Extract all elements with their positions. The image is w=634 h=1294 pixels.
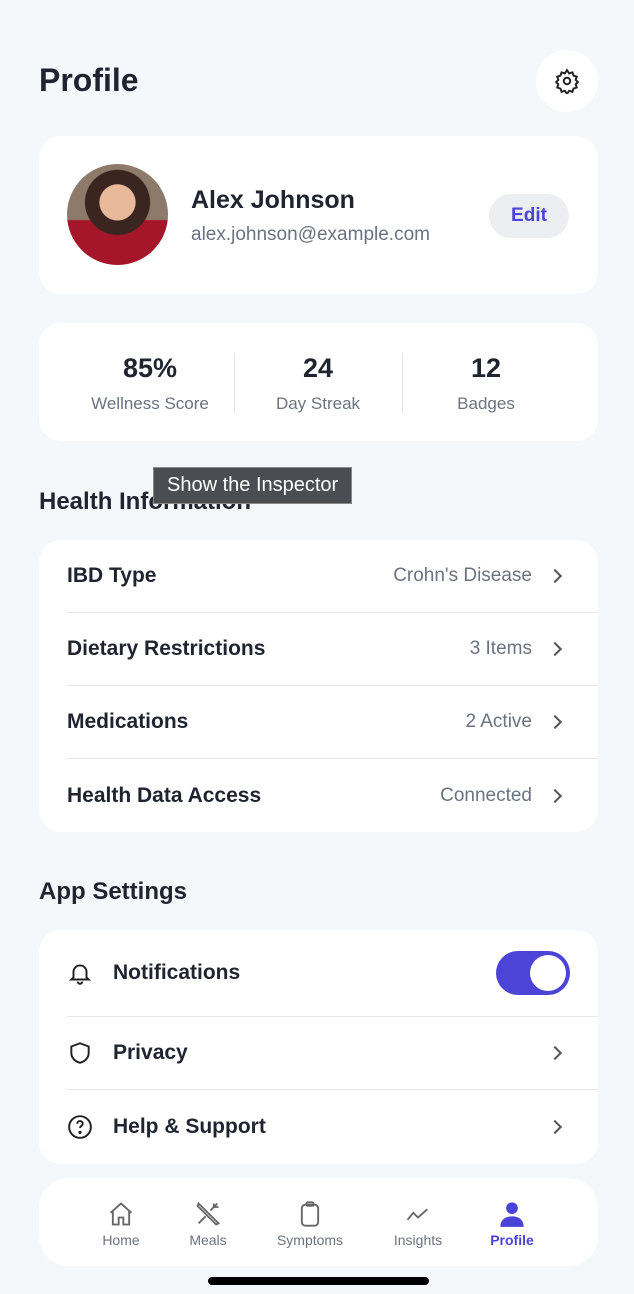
trend-line-icon (406, 1208, 428, 1221)
nav-profile[interactable]: Profile (472, 1200, 552, 1248)
user-name: Alex Johnson (191, 186, 355, 214)
item-value: 3 Items (469, 638, 532, 659)
settings-item-privacy[interactable]: Privacy (67, 1017, 598, 1090)
health-item-medications[interactable]: Medications 2 Active (67, 686, 598, 759)
edit-button[interactable]: Edit (489, 194, 569, 238)
nav-home[interactable]: Home (81, 1200, 161, 1248)
stat-value: 24 (302, 353, 334, 383)
settings-section-title: App Settings (39, 878, 187, 905)
settings-card: Notifications Privacy Help & Support (39, 930, 598, 1164)
chevron-right-icon (547, 714, 563, 730)
bell-icon (68, 964, 92, 985)
inspector-tooltip: Show the Inspector (153, 467, 353, 504)
user-email: alex.johnson@example.com (191, 224, 430, 245)
profile-card: Alex Johnson alex.johnson@example.com Ed… (39, 136, 598, 294)
avatar (67, 164, 168, 265)
stats-card: 85% Wellness Score 24 Day Streak 12 Badges (39, 323, 598, 441)
item-value: Crohn's Disease (393, 565, 532, 586)
stat-value: 12 (470, 353, 502, 383)
chevron-right-icon (547, 568, 563, 584)
shield-icon (70, 1042, 90, 1064)
stat-label: Badges (457, 394, 515, 413)
chevron-right-icon (547, 788, 563, 803)
item-label: Privacy (113, 1041, 188, 1064)
item-label: IBD Type (67, 564, 157, 587)
item-label: Medications (67, 710, 189, 733)
stat-label: Day Streak (275, 394, 361, 413)
page-title: Profile (39, 62, 139, 98)
nav-label: Home (102, 1232, 140, 1248)
bottom-nav: Home Meals Symptoms Insights Profile (39, 1178, 598, 1266)
nav-meals[interactable]: Meals (168, 1200, 248, 1248)
nav-label: Symptoms (276, 1232, 344, 1248)
stat-badges: 12 Badges (402, 353, 570, 414)
nav-label: Insights (393, 1232, 443, 1248)
stat-streak: 24 Day Streak (234, 353, 402, 414)
gear-icon (554, 68, 580, 94)
item-label: Notifications (113, 961, 241, 984)
chevron-right-icon (547, 1045, 563, 1061)
nav-symptoms[interactable]: Symptoms (270, 1200, 350, 1248)
item-label: Dietary Restrictions (67, 637, 266, 660)
nav-insights[interactable]: Insights (378, 1200, 458, 1248)
health-item-data-access[interactable]: Health Data Access Connected (67, 759, 598, 832)
health-item-dietary[interactable]: Dietary Restrictions 3 Items (67, 613, 598, 686)
home-indicator (208, 1277, 429, 1285)
nav-label: Meals (189, 1232, 227, 1248)
item-value: Connected (440, 784, 532, 806)
stat-label: Wellness Score (91, 394, 209, 413)
home-icon (109, 1202, 133, 1226)
stat-wellness: 85% Wellness Score (66, 353, 234, 414)
chevron-right-icon (547, 641, 563, 657)
health-item-ibd-type[interactable]: IBD Type Crohn's Disease (67, 540, 598, 613)
item-label: Health Data Access (67, 783, 262, 807)
stat-value: 85% (122, 353, 178, 383)
health-card: IBD Type Crohn's Disease Dietary Restrict… (39, 540, 598, 832)
settings-item-notifications: Notifications (67, 930, 598, 1017)
clipboard-icon (300, 1201, 320, 1227)
chevron-right-icon (547, 1119, 563, 1134)
item-value: 2 Active (465, 711, 532, 732)
item-label: Help & Support (113, 1114, 266, 1138)
settings-button[interactable] (536, 50, 598, 112)
nav-label: Profile (490, 1232, 534, 1248)
notifications-toggle[interactable] (496, 951, 570, 995)
settings-item-help[interactable]: Help & Support (67, 1090, 598, 1163)
help-circle-icon (68, 1114, 92, 1139)
person-icon (500, 1202, 524, 1227)
utensils-icon (196, 1201, 221, 1226)
